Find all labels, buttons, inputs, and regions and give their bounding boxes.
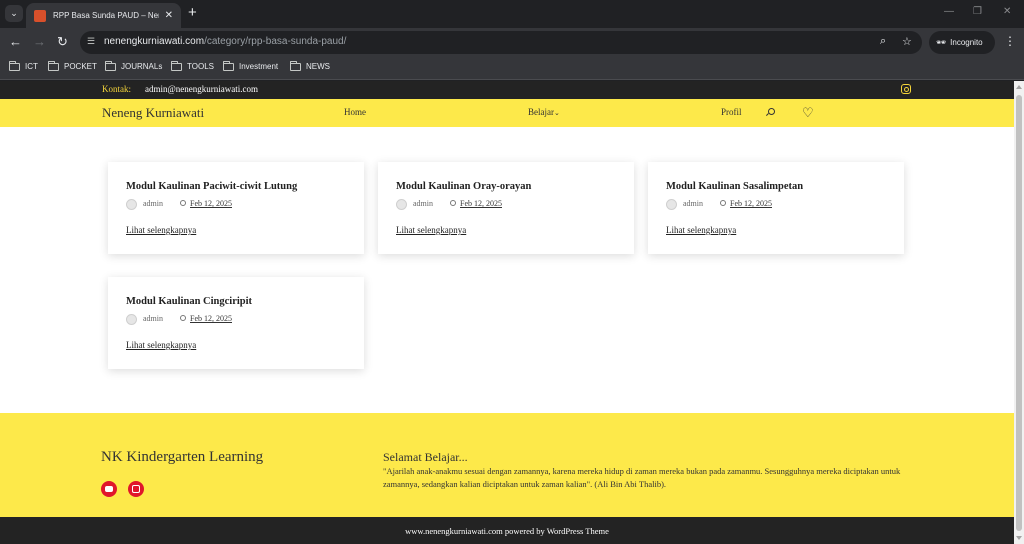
new-tab-icon[interactable]: + <box>188 4 197 21</box>
folder-icon <box>223 60 234 71</box>
youtube-icon[interactable] <box>101 481 117 497</box>
bookmark-folder[interactable]: Investment <box>223 60 279 71</box>
site-favicon-icon <box>34 9 46 22</box>
bookmark-folder[interactable]: NEWS <box>290 60 330 71</box>
read-more-link[interactable]: Lihat selengkapnya <box>396 225 466 235</box>
post-title[interactable]: Modul Kaulinan Paciwit-ciwit Lutung <box>126 181 297 192</box>
nav-belajar-label: Belajar <box>528 107 554 117</box>
post-author[interactable]: admin <box>143 199 163 208</box>
url-text[interactable]: nenengkurniawati.com/category/rpp-basa-s… <box>104 36 346 47</box>
incognito-icon: 🕶 <box>936 38 947 47</box>
tab-search-button[interactable]: ⌄ <box>5 5 23 22</box>
page-scrollbar[interactable] <box>1014 81 1024 544</box>
clock-icon <box>180 200 186 206</box>
close-tab-icon[interactable]: ✕ <box>165 10 173 21</box>
bookmark-label: TOOLS <box>187 62 214 71</box>
post-date[interactable]: Feb 12, 2025 <box>460 199 502 208</box>
scroll-down-icon[interactable] <box>1016 536 1022 540</box>
site-info-icon[interactable]: ☰ <box>87 36 95 47</box>
scroll-up-icon[interactable] <box>1016 85 1022 89</box>
footer-credit: www.nenengkurniawati.com powered by Word… <box>405 526 609 536</box>
site-footer: NK Kindergarten Learning Selamat Belajar… <box>0 413 1014 517</box>
post-title[interactable]: Modul Kaulinan Cingciripit <box>126 296 252 307</box>
bookmark-folder[interactable]: POCKET <box>48 60 97 71</box>
browser-tabstrip: ⌄ RPP Basa Sunda PAUD – Neneng ✕ + — ❐ ✕ <box>0 0 1024 28</box>
site-header: Neneng Kurniawati Home Belajar⌄ Profil ♡ <box>0 99 1014 127</box>
nav-home[interactable]: Home <box>344 107 366 117</box>
folder-icon <box>48 60 59 71</box>
folder-icon <box>171 60 182 71</box>
back-icon[interactable]: ← <box>9 34 22 49</box>
bookmark-star-icon[interactable]: ☆ <box>902 35 912 48</box>
nav-belajar[interactable]: Belajar⌄ <box>528 107 560 117</box>
tab-title: RPP Basa Sunda PAUD – Neneng <box>53 11 159 20</box>
post-card: Modul Kaulinan Oray-orayan admin Feb 12,… <box>378 162 634 254</box>
read-more-link[interactable]: Lihat selengkapnya <box>126 340 196 350</box>
folder-icon <box>9 60 20 71</box>
zoom-icon[interactable]: ⌕ <box>880 35 886 48</box>
post-title[interactable]: Modul Kaulinan Sasalimpetan <box>666 181 803 192</box>
instagram-icon[interactable] <box>901 84 911 94</box>
copyright-bar: www.nenengkurniawati.com powered by Word… <box>0 517 1014 544</box>
site-title[interactable]: Neneng Kurniawati <box>102 105 204 121</box>
scroll-thumb[interactable] <box>1016 95 1022 531</box>
search-icon[interactable] <box>768 108 775 115</box>
post-date[interactable]: Feb 12, 2025 <box>730 199 772 208</box>
bookmark-folder[interactable]: JOURNALs <box>105 60 163 71</box>
reload-icon[interactable]: ↻ <box>57 34 68 50</box>
incognito-indicator[interactable]: 🕶 Incognito <box>929 31 995 54</box>
contact-label: Kontak: <box>102 84 131 94</box>
bookmark-label: JOURNALs <box>121 62 163 71</box>
bookmark-folder[interactable]: TOOLS <box>171 60 214 71</box>
page-viewport: Kontak: admin@nenengkurniawati.com Nenen… <box>0 81 1014 544</box>
instagram-icon[interactable] <box>128 481 144 497</box>
post-title[interactable]: Modul Kaulinan Oray-orayan <box>396 181 531 192</box>
url-path: /category/rpp-basa-sunda-paud/ <box>204 36 347 47</box>
bookmark-folder[interactable]: ICT <box>9 60 38 71</box>
browser-toolbar: ← → ↻ ☰ nenengkurniawati.com/category/rp… <box>0 28 1024 57</box>
clock-icon <box>180 315 186 321</box>
clock-icon <box>450 200 456 206</box>
folder-icon <box>105 60 116 71</box>
heart-icon[interactable]: ♡ <box>802 106 814 119</box>
footer-heading: Selamat Belajar... <box>383 450 468 464</box>
chevron-down-icon: ⌄ <box>554 109 560 117</box>
post-card: Modul Kaulinan Cingciripit admin Feb 12,… <box>108 277 364 369</box>
bookmarks-bar: ICT POCKET JOURNALs TOOLS Investment NEW… <box>0 57 1024 80</box>
minimize-icon[interactable]: — <box>944 6 954 17</box>
close-window-icon[interactable]: ✕ <box>1003 6 1011 17</box>
bookmark-label: ICT <box>25 62 38 71</box>
bookmark-label: NEWS <box>306 62 330 71</box>
post-date[interactable]: Feb 12, 2025 <box>190 199 232 208</box>
post-card: Modul Kaulinan Paciwit-ciwit Lutung admi… <box>108 162 364 254</box>
read-more-link[interactable]: Lihat selengkapnya <box>126 225 196 235</box>
post-date[interactable]: Feb 12, 2025 <box>190 314 232 323</box>
browser-tab[interactable]: RPP Basa Sunda PAUD – Neneng ✕ <box>26 3 181 28</box>
post-card: Modul Kaulinan Sasalimpetan admin Feb 12… <box>648 162 904 254</box>
restore-icon[interactable]: ❐ <box>973 6 982 17</box>
nav-profil[interactable]: Profil <box>721 107 742 117</box>
folder-icon <box>290 60 301 71</box>
clock-icon <box>720 200 726 206</box>
browser-menu-icon[interactable]: ⋮ <box>1004 34 1016 48</box>
author-avatar-icon <box>396 199 407 210</box>
incognito-label: Incognito <box>950 38 983 47</box>
bookmark-label: POCKET <box>64 62 97 71</box>
footer-title: NK Kindergarten Learning <box>101 449 264 465</box>
read-more-link[interactable]: Lihat selengkapnya <box>666 225 736 235</box>
author-avatar-icon <box>126 199 137 210</box>
forward-icon[interactable]: → <box>33 34 46 49</box>
url-host: nenengkurniawati.com <box>104 36 205 47</box>
contact-bar: Kontak: admin@nenengkurniawati.com <box>0 81 1014 99</box>
author-avatar-icon <box>126 314 137 325</box>
contact-email[interactable]: admin@nenengkurniawati.com <box>145 84 258 94</box>
address-bar[interactable]: ☰ nenengkurniawati.com/category/rpp-basa… <box>80 31 922 54</box>
bookmark-label: Investment <box>239 62 279 71</box>
post-author[interactable]: admin <box>683 199 703 208</box>
author-avatar-icon <box>666 199 677 210</box>
footer-quote: "Ajarilah anak-anakmu sesuai dengan zama… <box>383 466 901 489</box>
post-author[interactable]: admin <box>143 314 163 323</box>
post-author[interactable]: admin <box>413 199 433 208</box>
